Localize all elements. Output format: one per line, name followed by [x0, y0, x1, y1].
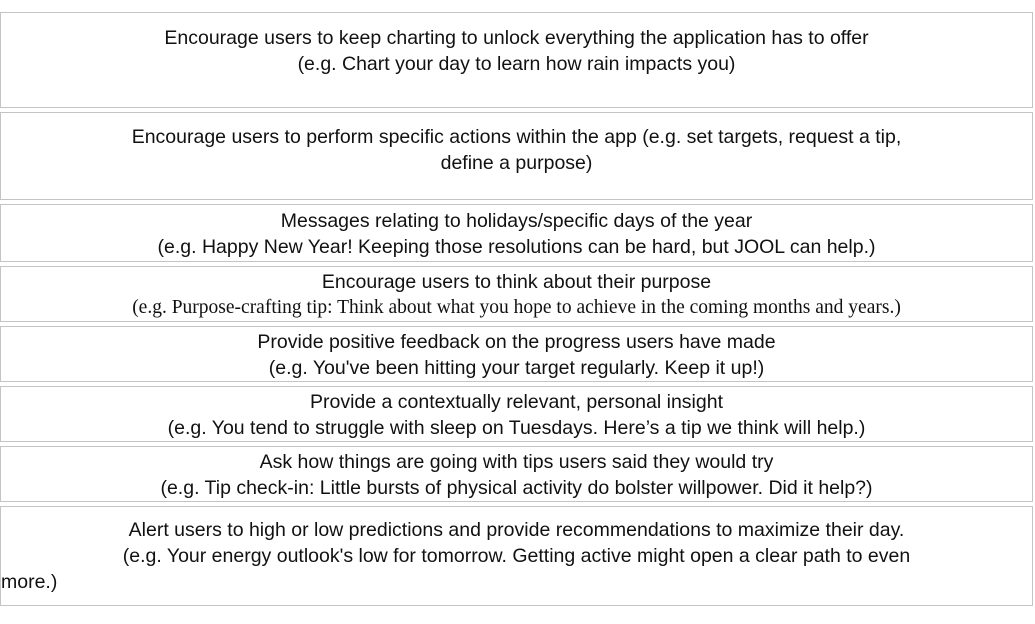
table-row: Provide a contextually relevant, persona… — [0, 386, 1033, 442]
row-title: Ask how things are going with tips users… — [259, 451, 774, 473]
row-example: define a purpose) — [440, 152, 593, 174]
table-row: Encourage users to perform specific acti… — [0, 112, 1033, 200]
row-title: Encourage users to perform specific acti… — [131, 126, 902, 148]
row-example: (e.g. Happy New Year! Keeping those reso… — [157, 236, 876, 258]
message-types-table: Encourage users to keep charting to unlo… — [0, 12, 1033, 610]
row-example: (e.g. Purpose-crafting tip: Think about … — [132, 297, 901, 318]
row-title: Alert users to high or low predictions a… — [128, 519, 905, 541]
row-title: Encourage users to think about their pur… — [321, 271, 712, 293]
row-example: (e.g. You tend to struggle with sleep on… — [167, 417, 866, 439]
row-title: Encourage users to keep charting to unlo… — [164, 27, 869, 49]
row-example-line-1: (e.g. Your energy outlook's low for tomo… — [122, 545, 911, 567]
row-example: (e.g. Chart your day to learn how rain i… — [297, 53, 736, 75]
table-row: Provide positive feedback on the progres… — [0, 326, 1033, 382]
row-title: Provide positive feedback on the progres… — [257, 331, 776, 353]
table-row: Ask how things are going with tips users… — [0, 446, 1033, 502]
row-example: (e.g. You've been hitting your target re… — [268, 357, 765, 379]
table-row: Encourage users to keep charting to unlo… — [0, 12, 1033, 108]
row-example: (e.g. Tip check-in: Little bursts of phy… — [160, 477, 873, 499]
table-row: Encourage users to think about their pur… — [0, 266, 1033, 322]
table-row: Messages relating to holidays/specific d… — [0, 204, 1033, 262]
row-title: Messages relating to holidays/specific d… — [280, 210, 753, 232]
row-example-line-2: more.) — [1, 571, 58, 593]
row-title: Provide a contextually relevant, persona… — [310, 391, 723, 413]
table-row: Alert users to high or low predictions a… — [0, 506, 1033, 606]
